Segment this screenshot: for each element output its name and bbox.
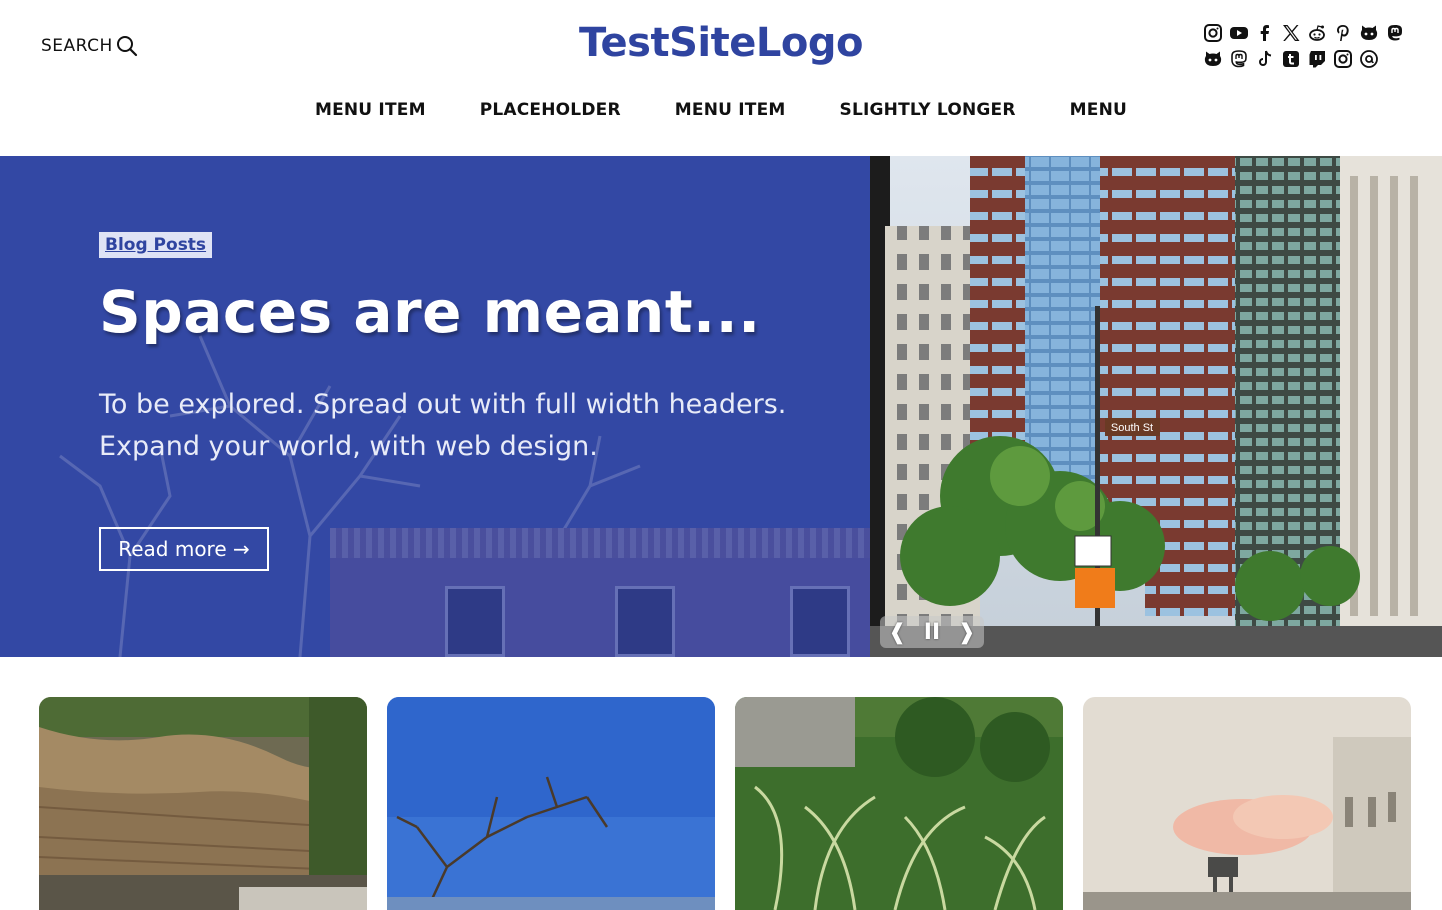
sunset-buildings-photo: [1083, 697, 1411, 910]
facebook-icon[interactable]: [1254, 22, 1276, 44]
youtube-icon[interactable]: [1228, 22, 1250, 44]
pinterest-icon[interactable]: [1332, 22, 1354, 44]
read-more-button[interactable]: Read more →: [99, 527, 269, 571]
building-window: [445, 586, 505, 657]
slider-controls: ❰ II ❱: [880, 616, 984, 648]
previous-slide-button[interactable]: ❰: [883, 620, 911, 645]
category-badge[interactable]: Blog Posts: [99, 232, 213, 258]
mastodon-icon[interactable]: [1228, 48, 1250, 70]
post-card[interactable]: [39, 697, 367, 910]
building-window: [615, 586, 675, 657]
x-icon[interactable]: [1280, 22, 1302, 44]
bare-tree-sky-photo: [387, 697, 715, 910]
github-icon[interactable]: [1202, 48, 1224, 70]
building-roof-decoration: [330, 528, 870, 558]
hero-text-panel: Blog Posts Spaces are meant... To be exp…: [0, 156, 870, 657]
mastodon-icon[interactable]: [1384, 22, 1406, 44]
tumblr-icon[interactable]: [1280, 48, 1302, 70]
pause-slider-button[interactable]: II: [918, 620, 946, 645]
instagram-icon[interactable]: [1332, 48, 1354, 70]
nav-item-menu-item-2[interactable]: MENU ITEM: [648, 100, 813, 120]
reddit-icon[interactable]: [1306, 22, 1328, 44]
cliff-beach-photo: [39, 697, 367, 910]
hero-title: Spaces are meant...: [99, 278, 761, 346]
post-card[interactable]: [735, 697, 1063, 910]
post-cards: [39, 697, 1411, 910]
nav-item-slightly-longer[interactable]: SLIGHTLY LONGER: [813, 100, 1043, 120]
nav-item-placeholder[interactable]: PLACEHOLDER: [453, 100, 648, 120]
instagram-icon[interactable]: [1202, 22, 1224, 44]
post-card[interactable]: [387, 697, 715, 910]
main-nav: MENU ITEM PLACEHOLDER MENU ITEM SLIGHTLY…: [0, 100, 1442, 120]
site-header: SEARCH TestSiteLogo MENU ITEM PLACEHOLDE…: [0, 0, 1442, 156]
hero-image: South St: [870, 156, 1442, 657]
threads-icon[interactable]: [1358, 48, 1380, 70]
social-links: [1200, 22, 1410, 74]
building-window: [790, 586, 850, 657]
nav-item-menu-item-1[interactable]: MENU ITEM: [288, 100, 453, 120]
next-slide-button[interactable]: ❱: [953, 620, 981, 645]
twitch-icon[interactable]: [1306, 48, 1328, 70]
post-card[interactable]: [1083, 697, 1411, 910]
plants-photo: [735, 697, 1063, 910]
street-sign: South St: [1111, 422, 1153, 434]
github-icon[interactable]: [1358, 22, 1380, 44]
logo-link[interactable]: TestSiteLogo: [579, 20, 863, 66]
hero-description: To be explored. Spread out with full wid…: [99, 389, 787, 462]
city-street-photo: South St: [870, 156, 1442, 657]
tiktok-icon[interactable]: [1254, 48, 1276, 70]
nav-item-menu[interactable]: MENU: [1043, 100, 1154, 120]
hero-slider: Blog Posts Spaces are meant... To be exp…: [0, 156, 1442, 657]
